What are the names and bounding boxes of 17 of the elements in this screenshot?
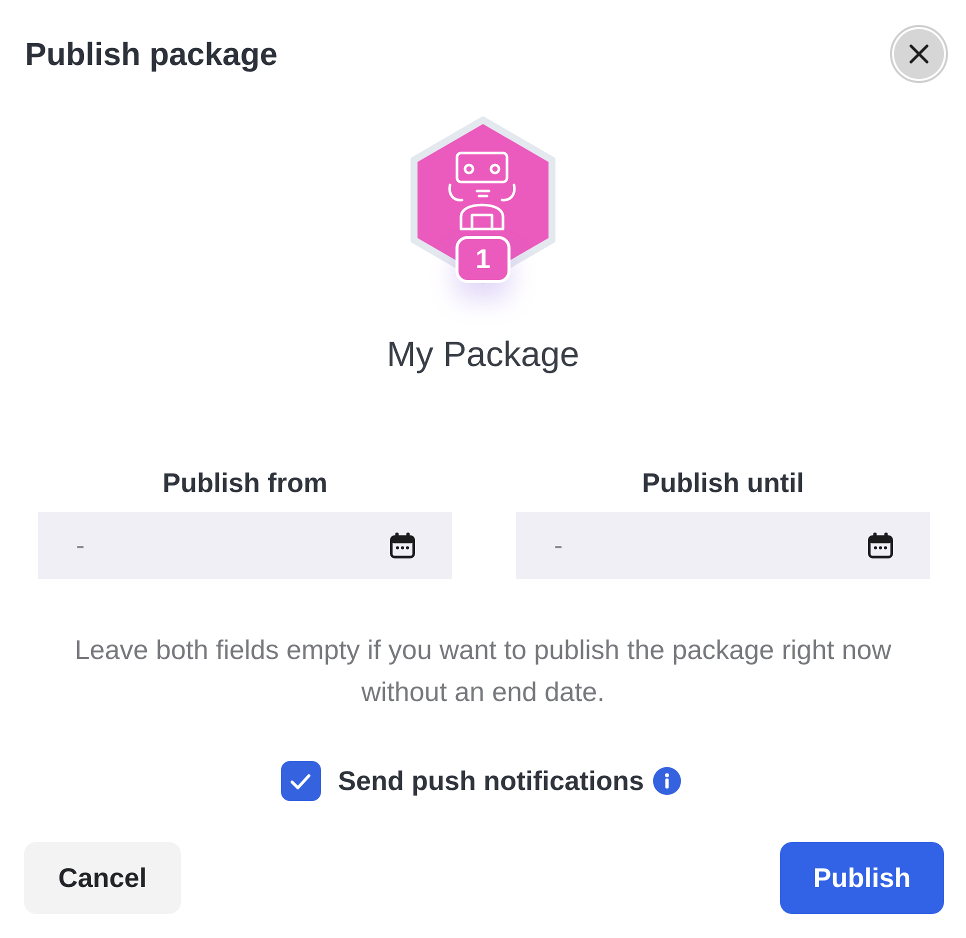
info-icon[interactable] xyxy=(653,767,681,795)
close-icon xyxy=(909,44,929,64)
package-name: My Package xyxy=(386,335,580,375)
field-label: Publish until xyxy=(642,468,804,498)
date-field[interactable]: - xyxy=(38,512,452,579)
publish-button[interactable]: Publish xyxy=(780,842,944,914)
help-text: Leave both fields empty if you want to publish the package right now without an end date. xyxy=(74,634,892,709)
number-badge: 1 xyxy=(456,236,510,283)
cancel-button[interactable]: Cancel xyxy=(24,842,181,914)
calendar-icon[interactable] xyxy=(867,532,894,559)
field-label: Publish from xyxy=(162,468,328,498)
check-icon xyxy=(290,772,312,790)
calendar-icon[interactable] xyxy=(389,532,416,559)
checkbox-label[interactable]: Send push notifications xyxy=(338,764,644,798)
date-field[interactable]: - xyxy=(516,512,930,579)
dialog-title: Publish package xyxy=(25,35,278,74)
checkbox[interactable] xyxy=(280,761,321,801)
